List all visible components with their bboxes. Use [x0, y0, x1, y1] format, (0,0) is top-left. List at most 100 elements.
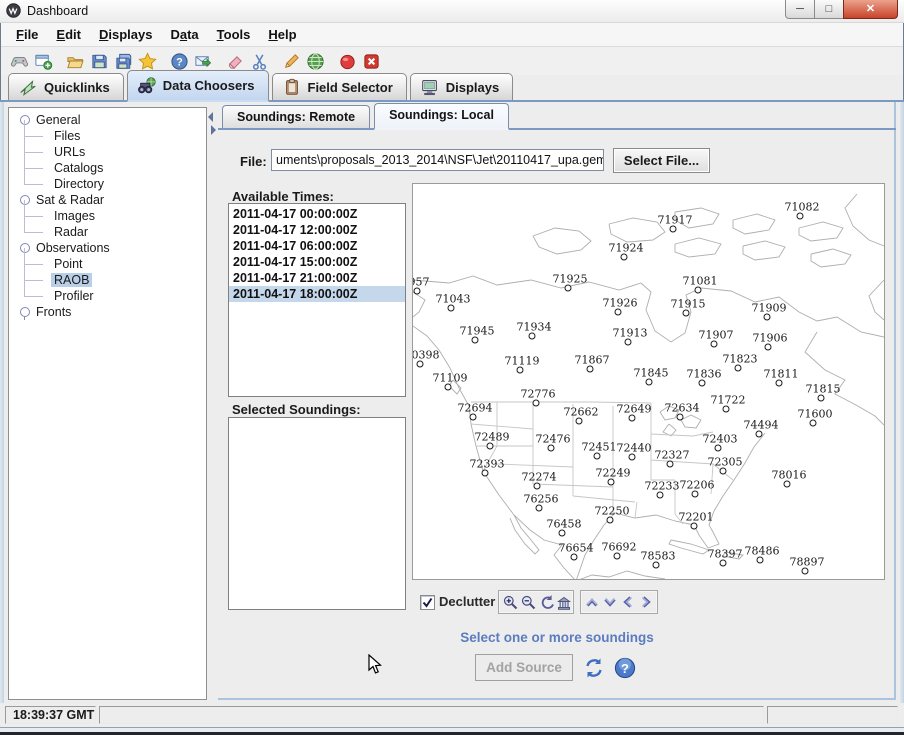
station-71924[interactable]: 71924	[609, 242, 644, 261]
toolbar-help-button[interactable]: ?	[167, 50, 191, 72]
station-72393[interactable]: 72393	[470, 458, 505, 477]
menu-displays[interactable]: Displays	[90, 25, 161, 44]
refresh-button[interactable]	[583, 657, 605, 679]
split-divider[interactable]	[207, 107, 218, 700]
tab-soundings-remote[interactable]: Soundings: Remote	[222, 105, 370, 128]
station-71845[interactable]: 71845	[634, 367, 669, 386]
tab-quicklinks[interactable]: Quicklinks	[8, 73, 124, 100]
toolbar-save-button[interactable]	[87, 50, 111, 72]
station-map[interactable]: 9577104371925719247192671945719347191370…	[412, 183, 885, 580]
tree-node-directory[interactable]: Directory	[9, 176, 206, 192]
station-71867[interactable]: 71867	[575, 354, 610, 373]
station-71909[interactable]: 71909	[752, 302, 787, 321]
selected-soundings-list[interactable]	[228, 417, 406, 610]
station-72662[interactable]: 72662	[564, 406, 599, 425]
toolbar-globe-button[interactable]	[303, 50, 327, 72]
pan-right-button[interactable]	[638, 594, 654, 610]
tree-node-fronts[interactable]: Fronts	[9, 304, 206, 320]
menu-edit[interactable]: Edit	[47, 25, 90, 44]
station-71600[interactable]: 71600	[798, 408, 833, 427]
tab-field-selector[interactable]: Field Selector	[272, 73, 407, 100]
toolbar-stop-button[interactable]	[359, 50, 383, 72]
station-71109[interactable]: 71109	[433, 372, 468, 391]
station-71926[interactable]: 71926	[603, 297, 638, 316]
zoom-in-button[interactable]	[502, 594, 518, 610]
station-71043[interactable]: 71043	[436, 293, 471, 312]
toolbar-save-all-button[interactable]	[111, 50, 135, 72]
file-path-input[interactable]: uments\proposals_2013_2014\NSF\Jet\20110…	[271, 149, 604, 171]
time-item[interactable]: 2011-04-17 12:00:00Z	[229, 222, 405, 238]
station-76458[interactable]: 76458	[547, 518, 582, 537]
station-map-svg[interactable]: 9577104371925719247192671945719347191370…	[413, 184, 884, 579]
time-item[interactable]: 2011-04-17 00:00:00Z	[229, 206, 405, 222]
pan-up-button[interactable]	[584, 594, 600, 610]
undo-zoom-button[interactable]	[538, 594, 554, 610]
station-78016[interactable]: 78016	[772, 469, 807, 488]
toolbar-favorites-button[interactable]	[135, 50, 159, 72]
station-71945[interactable]: 71945	[460, 325, 495, 344]
station-78486[interactable]: 78486	[745, 545, 780, 564]
station-72476[interactable]: 72476	[536, 433, 571, 452]
station-71925[interactable]: 71925	[553, 273, 588, 292]
menu-tools[interactable]: Tools	[208, 25, 260, 44]
station-78397[interactable]: 78397	[708, 548, 743, 567]
station-74494[interactable]: 74494	[744, 419, 779, 438]
station-71082[interactable]: 71082	[785, 201, 820, 220]
station-72694[interactable]: 72694	[458, 402, 493, 421]
menu-help[interactable]: Help	[259, 25, 305, 44]
station-76256[interactable]: 76256	[524, 493, 559, 512]
station-71081[interactable]: 71081	[683, 275, 718, 294]
station-71907[interactable]: 71907	[699, 329, 734, 348]
pan-left-button[interactable]	[620, 594, 636, 610]
tab-soundings-local[interactable]: Soundings: Local	[374, 103, 509, 130]
station-78897[interactable]: 78897	[790, 556, 825, 575]
tree-node-radar[interactable]: Radar	[9, 224, 206, 240]
time-item[interactable]: 2011-04-17 21:00:00Z	[229, 270, 405, 286]
station-78583[interactable]: 78583	[641, 550, 676, 569]
declutter-checkbox[interactable]	[420, 595, 435, 610]
station-72249[interactable]: 72249	[596, 467, 631, 486]
toolbar-cut-button[interactable]	[247, 50, 271, 72]
station-72776[interactable]: 72776	[521, 388, 556, 407]
time-item[interactable]: 2011-04-17 06:00:00Z	[229, 238, 405, 254]
station-71119[interactable]: 71119	[505, 355, 540, 374]
station-76654[interactable]: 76654	[559, 542, 594, 561]
minimize-button[interactable]: ─	[785, 0, 815, 19]
menu-data[interactable]: Data	[161, 25, 207, 44]
station-957[interactable]: 957	[413, 276, 430, 295]
time-item[interactable]: 2011-04-17 18:00:00Z	[229, 286, 405, 302]
station-72206[interactable]: 72206	[680, 479, 715, 498]
station-72274[interactable]: 72274	[522, 471, 557, 490]
collapse-right-icon[interactable]	[211, 125, 216, 135]
station-71934[interactable]: 71934	[517, 321, 552, 340]
add-source-button[interactable]: Add Source	[475, 654, 573, 681]
toolbar-dashboard-button[interactable]	[7, 50, 31, 72]
toolbar-edit-button[interactable]	[279, 50, 303, 72]
zoom-out-button[interactable]	[520, 594, 536, 610]
station-72634[interactable]: 72634	[665, 402, 700, 421]
toolbar-record-button[interactable]	[335, 50, 359, 72]
station-71913[interactable]: 71913	[613, 327, 648, 346]
station-71836[interactable]: 71836	[687, 368, 722, 387]
maximize-button[interactable]: □	[814, 0, 844, 19]
chooser-help-button[interactable]: ?	[614, 657, 636, 679]
available-times-list[interactable]: 2011-04-17 00:00:00Z2011-04-17 12:00:00Z…	[228, 203, 406, 397]
close-button[interactable]: ✕	[843, 0, 898, 19]
title-bar[interactable]: Dashboard ─ □ ✕	[0, 0, 904, 23]
station-72451[interactable]: 72451	[582, 441, 617, 460]
station-72403[interactable]: 72403	[703, 433, 738, 452]
time-item[interactable]: 2011-04-17 15:00:00Z	[229, 254, 405, 270]
station-72233[interactable]: 72233	[645, 480, 680, 499]
station-71722[interactable]: 71722	[711, 394, 746, 413]
station-76692[interactable]: 76692	[602, 541, 637, 560]
station-72201[interactable]: 72201	[679, 511, 714, 530]
home-button[interactable]	[556, 594, 572, 610]
station-71906[interactable]: 71906	[753, 332, 788, 351]
station-72250[interactable]: 72250	[595, 505, 630, 524]
tree-node-profiler[interactable]: Profiler	[9, 288, 206, 304]
tab-data-choosers[interactable]: Data Choosers	[127, 70, 269, 102]
station-71815[interactable]: 71815	[806, 383, 841, 402]
menu-file[interactable]: File	[7, 25, 47, 44]
station-71811[interactable]: 71811	[764, 368, 799, 387]
toolbar-open-folder-button[interactable]	[63, 50, 87, 72]
